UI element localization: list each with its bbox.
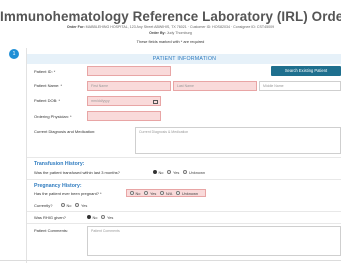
radio-selected-icon — [153, 170, 157, 174]
patient-panel: PATIENT INFORMATION Patient ID: * Search… — [26, 48, 341, 263]
rhig-option-yes[interactable]: Yes — [101, 215, 113, 220]
order-for-value: MABBLEHING HOSPITAL, 123 Any Street ABWI… — [85, 25, 275, 29]
page-title: Immunohematology Reference Laboratory (I… — [0, 9, 341, 24]
radio-icon — [101, 215, 106, 219]
pregnant-option-unknown[interactable]: Unknown — [176, 191, 198, 196]
order-by-label: Order By: — [149, 31, 166, 35]
divider — [27, 211, 341, 212]
search-existing-patient-button[interactable]: Search Existing Patient — [271, 66, 341, 76]
comments-textarea[interactable]: Patient Comments — [87, 226, 341, 256]
pregnant-question: Has the patient ever been pregnant? * — [34, 191, 102, 196]
rhig-label: Was RHIG given? — [34, 215, 66, 220]
radio-icon — [61, 203, 65, 207]
transfusion-option-no[interactable]: No — [153, 170, 163, 175]
patient-section-header: PATIENT INFORMATION — [27, 54, 341, 64]
rhig-radio-group: No Yes — [87, 213, 117, 221]
divider — [27, 223, 341, 224]
divider — [27, 179, 341, 180]
pregnant-radio-group: No Yes N/A Unknown — [126, 189, 207, 197]
patient-id-input[interactable] — [87, 66, 171, 76]
currently-label: Currently? — [34, 203, 53, 208]
order-for-line: Order For: MABBLEHING HOSPITAL, 123 Any … — [0, 25, 341, 29]
pregnant-option-no[interactable]: No — [130, 191, 140, 196]
physician-label: Ordering Physician: * — [34, 114, 72, 119]
page-bottom-divider — [0, 260, 341, 261]
middle-name-input[interactable]: Middle Name — [259, 81, 341, 91]
last-name-input[interactable]: Last Name — [173, 81, 257, 91]
first-name-input[interactable]: First Name — [87, 81, 171, 91]
patient-id-label: Patient ID: * — [34, 69, 56, 74]
required-note: These fields marked with * are required — [136, 39, 205, 44]
order-for-label: Order For: — [66, 25, 85, 29]
transfusion-heading: Transfusion History: — [34, 161, 85, 167]
calendar-icon[interactable] — [153, 99, 158, 104]
radio-icon — [167, 170, 172, 174]
dob-input[interactable]: mm/dd/yyyy — [87, 96, 161, 106]
transfusion-option-unknown[interactable]: Unknown — [183, 170, 205, 175]
dob-placeholder: mm/dd/yyyy — [91, 99, 110, 103]
patient-name-label: Patient Name: * — [34, 83, 63, 88]
comments-label: Patient Comments: — [34, 228, 69, 233]
radio-icon — [130, 191, 134, 195]
radio-icon — [75, 203, 80, 207]
order-by-value: Judy Thornburg — [166, 31, 192, 35]
radio-icon — [144, 191, 149, 195]
physician-input[interactable] — [87, 111, 161, 121]
order-by-line: Order By: Judy Thornburg — [0, 31, 341, 35]
dob-label: Patient DOB: * — [34, 98, 61, 103]
transfusion-radio-group: No Yes Unknown — [153, 168, 209, 176]
diagnosis-textarea[interactable]: Current Diagnosis & Medication — [135, 127, 341, 154]
pregnancy-heading: Pregnancy History: — [34, 183, 82, 189]
radio-selected-icon — [87, 215, 91, 219]
radio-icon — [176, 191, 181, 195]
currently-option-no[interactable]: No — [61, 203, 71, 208]
rhig-option-no[interactable]: No — [87, 215, 97, 220]
radio-icon — [160, 191, 165, 195]
radio-icon — [183, 170, 188, 174]
pregnant-option-na[interactable]: N/A — [160, 191, 172, 196]
diagnosis-label: Current Diagnosis and Medication: — [34, 129, 96, 134]
pregnant-option-yes[interactable]: Yes — [144, 191, 156, 196]
transfusion-option-yes[interactable]: Yes — [167, 170, 179, 175]
transfusion-question: Was the patient transfused within last 3… — [34, 170, 120, 175]
step-badge: 1 — [9, 49, 19, 59]
currently-radio-group: No Yes — [61, 201, 91, 209]
divider — [27, 157, 341, 158]
currently-option-yes[interactable]: Yes — [75, 203, 87, 208]
